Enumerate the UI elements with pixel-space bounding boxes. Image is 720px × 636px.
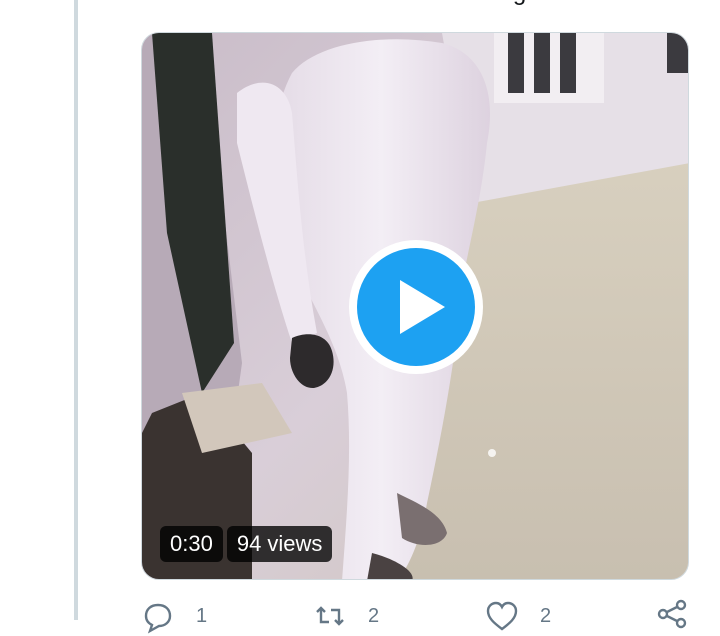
retweet-button[interactable]: 2 — [312, 596, 379, 636]
play-icon — [400, 280, 445, 334]
reply-button[interactable]: 1 — [140, 596, 207, 636]
reply-count: 1 — [196, 605, 208, 627]
like-button[interactable]: 2 — [484, 596, 551, 636]
heart-icon — [486, 601, 518, 631]
retweet-icon — [316, 606, 344, 626]
tweet-actions: 1 2 2 — [140, 596, 700, 636]
share-icon — [657, 599, 687, 629]
tweet-text: The Lion himself at the Lion building. — [142, 0, 702, 8]
view-count: 94 views — [226, 526, 333, 562]
like-count: 2 — [540, 605, 552, 627]
retweet-count: 2 — [368, 605, 380, 627]
share-button[interactable] — [654, 596, 690, 632]
video-duration: 0:30 — [160, 526, 223, 562]
thread-connector-line — [74, 0, 78, 620]
video-info-bar: 0:30 94 views — [160, 526, 333, 562]
video-player[interactable]: 0:30 94 views — [141, 32, 689, 580]
reply-icon — [144, 603, 172, 634]
play-button[interactable] — [349, 240, 483, 374]
